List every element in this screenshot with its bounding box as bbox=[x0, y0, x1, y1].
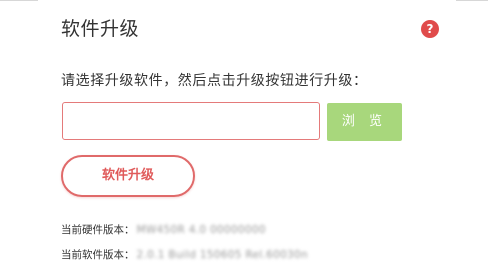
software-version-row: 当前软件版本： 2.0.1 Build 150605 Rel.60030n bbox=[61, 247, 308, 262]
upgrade-instruction: 请选择升级软件，然后点击升级按钮进行升级： bbox=[61, 73, 368, 89]
file-path-input[interactable] bbox=[62, 102, 320, 140]
hardware-version-row: 当前硬件版本： MW450R 4.0 00000000 bbox=[61, 222, 266, 237]
hardware-version-value: MW450R 4.0 00000000 bbox=[136, 224, 266, 236]
top-divider-right bbox=[456, 0, 488, 1]
upgrade-panel: 软件升级 ? 请选择升级软件，然后点击升级按钮进行升级： 浏 览 软件升级 当前… bbox=[0, 0, 488, 262]
software-version-label: 当前软件版本： bbox=[61, 249, 135, 261]
help-icon[interactable]: ? bbox=[421, 20, 439, 38]
panel-title: 软件升级 bbox=[61, 18, 140, 40]
upgrade-button[interactable]: 软件升级 bbox=[61, 155, 195, 197]
software-version-value: 2.0.1 Build 150605 Rel.60030n bbox=[136, 249, 308, 261]
browse-button[interactable]: 浏 览 bbox=[327, 103, 402, 141]
top-divider-left bbox=[0, 0, 38, 1]
hardware-version-label: 当前硬件版本： bbox=[61, 224, 135, 236]
